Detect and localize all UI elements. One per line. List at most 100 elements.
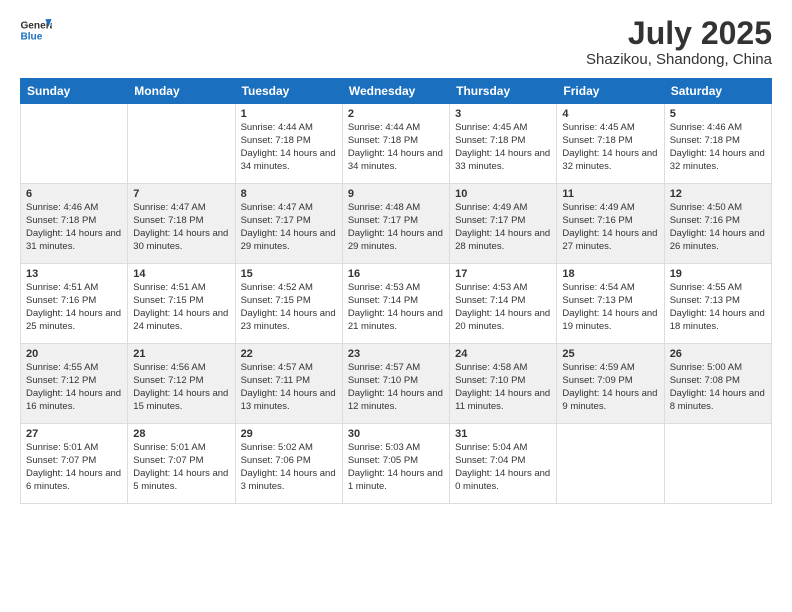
day-number: 14 [133,268,229,280]
day-number: 23 [348,348,444,360]
header-thursday: Thursday [450,79,557,104]
calendar-week-2: 6 Sunrise: 4:46 AMSunset: 7:18 PMDaylight… [21,184,772,264]
header-tuesday: Tuesday [235,79,342,104]
day-info: Sunrise: 5:00 AMSunset: 7:08 PMDaylight:… [670,362,766,413]
calendar-cell: 12 Sunrise: 4:50 AMSunset: 7:16 PMDayligh… [664,184,771,264]
day-number: 2 [348,108,444,120]
day-number: 5 [670,108,766,120]
day-number: 17 [455,268,551,280]
calendar-cell: 17 Sunrise: 4:53 AMSunset: 7:14 PMDayligh… [450,264,557,344]
calendar-cell: 18 Sunrise: 4:54 AMSunset: 7:13 PMDayligh… [557,264,664,344]
day-info: Sunrise: 4:49 AMSunset: 7:17 PMDaylight:… [455,202,551,253]
day-info: Sunrise: 4:55 AMSunset: 7:12 PMDaylight:… [26,362,122,413]
calendar-cell: 6 Sunrise: 4:46 AMSunset: 7:18 PMDaylight… [21,184,128,264]
day-info: Sunrise: 4:44 AMSunset: 7:18 PMDaylight:… [241,122,337,173]
calendar-cell: 8 Sunrise: 4:47 AMSunset: 7:17 PMDaylight… [235,184,342,264]
calendar-cell: 4Sunrise: 4:45 AMSunset: 7:18 PMDaylight… [557,104,664,184]
day-number: 22 [241,348,337,360]
calendar-cell: 2 Sunrise: 4:44 AMSunset: 7:18 PMDaylight… [342,104,449,184]
calendar-cell: 19 Sunrise: 4:55 AMSunset: 7:13 PMDayligh… [664,264,771,344]
day-info: Sunrise: 4:57 AMSunset: 7:10 PMDaylight:… [348,362,444,413]
day-info: Sunrise: 4:45 AMSunset: 7:18 PMDaylight:… [562,122,658,173]
day-info: Sunrise: 4:47 AMSunset: 7:17 PMDaylight:… [241,202,337,253]
day-info: Sunrise: 4:50 AMSunset: 7:16 PMDaylight:… [670,202,766,253]
day-number: 3 [455,108,551,120]
calendar-cell [557,424,664,504]
day-info: Sunrise: 4:49 AMSunset: 7:16 PMDaylight:… [562,202,658,253]
location: Shazikou, Shandong, China [586,51,772,68]
header-friday: Friday [557,79,664,104]
day-info: Sunrise: 5:04 AMSunset: 7:04 PMDaylight:… [455,442,551,493]
calendar-cell: 27 Sunrise: 5:01 AMSunset: 7:07 PMDayligh… [21,424,128,504]
day-info: Sunrise: 4:51 AMSunset: 7:15 PMDaylight:… [133,282,229,333]
day-number: 25 [562,348,658,360]
calendar-cell: 16Sunrise: 4:53 AMSunset: 7:14 PMDayligh… [342,264,449,344]
day-number: 1 [241,108,337,120]
day-number: 8 [241,188,337,200]
day-number: 12 [670,188,766,200]
calendar-cell: 25 Sunrise: 4:59 AMSunset: 7:09 PMDayligh… [557,344,664,424]
calendar-cell: 7Sunrise: 4:47 AMSunset: 7:18 PMDaylight… [128,184,235,264]
calendar-cell: 3 Sunrise: 4:45 AMSunset: 7:18 PMDaylight… [450,104,557,184]
day-info: Sunrise: 4:46 AMSunset: 7:18 PMDaylight:… [670,122,766,173]
day-number: 26 [670,348,766,360]
day-info: Sunrise: 4:46 AMSunset: 7:18 PMDaylight:… [26,202,122,253]
header: General Blue July 2025 Shazikou, Shandon… [20,16,772,68]
calendar-cell: 22Sunrise: 4:57 AMSunset: 7:11 PMDayligh… [235,344,342,424]
calendar-cell: 10Sunrise: 4:49 AMSunset: 7:17 PMDayligh… [450,184,557,264]
day-info: Sunrise: 5:02 AMSunset: 7:06 PMDaylight:… [241,442,337,493]
day-info: Sunrise: 5:01 AMSunset: 7:07 PMDaylight:… [26,442,122,493]
calendar-cell: 29 Sunrise: 5:02 AMSunset: 7:06 PMDayligh… [235,424,342,504]
calendar-cell: 26 Sunrise: 5:00 AMSunset: 7:08 PMDayligh… [664,344,771,424]
day-info: Sunrise: 5:03 AMSunset: 7:05 PMDaylight:… [348,442,444,493]
day-info: Sunrise: 4:58 AMSunset: 7:10 PMDaylight:… [455,362,551,413]
header-wednesday: Wednesday [342,79,449,104]
calendar-cell: 21Sunrise: 4:56 AMSunset: 7:12 PMDayligh… [128,344,235,424]
calendar-cell: 9Sunrise: 4:48 AMSunset: 7:17 PMDaylight… [342,184,449,264]
day-info: Sunrise: 4:44 AMSunset: 7:18 PMDaylight:… [348,122,444,173]
calendar-cell: 20 Sunrise: 4:55 AMSunset: 7:12 PMDayligh… [21,344,128,424]
day-info: Sunrise: 4:55 AMSunset: 7:13 PMDaylight:… [670,282,766,333]
calendar-cell: 5 Sunrise: 4:46 AMSunset: 7:18 PMDaylight… [664,104,771,184]
calendar-cell: 11 Sunrise: 4:49 AMSunset: 7:16 PMDayligh… [557,184,664,264]
calendar-cell: 1 Sunrise: 4:44 AMSunset: 7:18 PMDaylight… [235,104,342,184]
day-number: 19 [670,268,766,280]
day-info: Sunrise: 4:54 AMSunset: 7:13 PMDaylight:… [562,282,658,333]
calendar-cell: 23 Sunrise: 4:57 AMSunset: 7:10 PMDayligh… [342,344,449,424]
calendar: Sunday Monday Tuesday Wednesday Thursday… [20,78,772,504]
day-number: 28 [133,428,229,440]
calendar-cell: 30Sunrise: 5:03 AMSunset: 7:05 PMDayligh… [342,424,449,504]
day-info: Sunrise: 4:45 AMSunset: 7:18 PMDaylight:… [455,122,551,173]
day-number: 6 [26,188,122,200]
day-number: 9 [348,188,444,200]
calendar-cell: 28Sunrise: 5:01 AMSunset: 7:07 PMDayligh… [128,424,235,504]
day-number: 16 [348,268,444,280]
calendar-cell: 13 Sunrise: 4:51 AMSunset: 7:16 PMDayligh… [21,264,128,344]
day-number: 13 [26,268,122,280]
day-number: 21 [133,348,229,360]
day-info: Sunrise: 4:51 AMSunset: 7:16 PMDaylight:… [26,282,122,333]
day-number: 31 [455,428,551,440]
day-info: Sunrise: 4:59 AMSunset: 7:09 PMDaylight:… [562,362,658,413]
header-monday: Monday [128,79,235,104]
calendar-cell: 15Sunrise: 4:52 AMSunset: 7:15 PMDayligh… [235,264,342,344]
logo-icon: General Blue [20,16,52,44]
title-block: July 2025 Shazikou, Shandong, China [586,16,772,68]
day-number: 18 [562,268,658,280]
day-info: Sunrise: 4:53 AMSunset: 7:14 PMDaylight:… [455,282,551,333]
calendar-cell: 14 Sunrise: 4:51 AMSunset: 7:15 PMDayligh… [128,264,235,344]
header-sunday: Sunday [21,79,128,104]
day-number: 29 [241,428,337,440]
svg-text:Blue: Blue [20,31,42,42]
calendar-cell [664,424,771,504]
calendar-week-4: 20 Sunrise: 4:55 AMSunset: 7:12 PMDayligh… [21,344,772,424]
day-number: 11 [562,188,658,200]
day-number: 20 [26,348,122,360]
day-number: 24 [455,348,551,360]
day-number: 7 [133,188,229,200]
calendar-header-row: Sunday Monday Tuesday Wednesday Thursday… [21,79,772,104]
day-number: 15 [241,268,337,280]
calendar-cell [21,104,128,184]
calendar-cell: 24 Sunrise: 4:58 AMSunset: 7:10 PMDayligh… [450,344,557,424]
day-number: 27 [26,428,122,440]
